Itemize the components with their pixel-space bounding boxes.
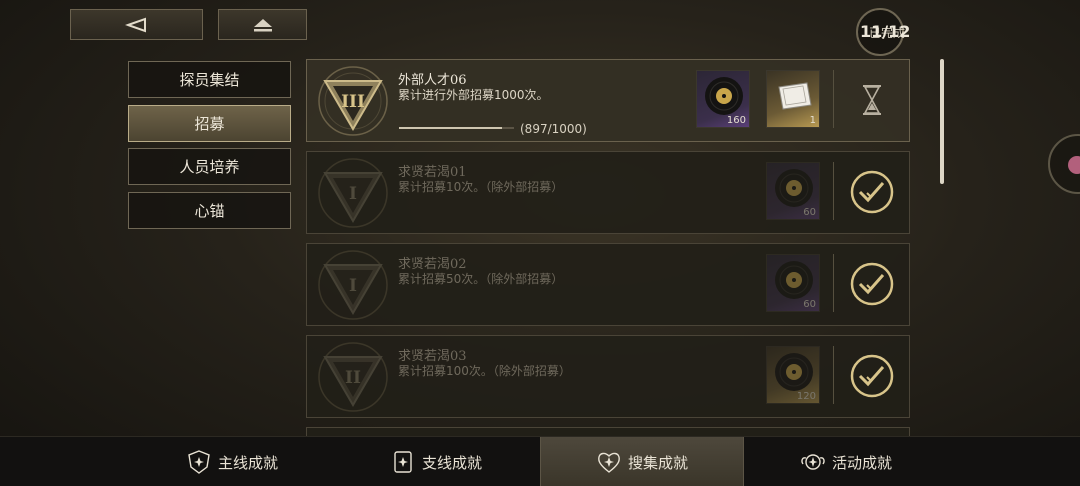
progress-fill: [399, 127, 503, 129]
category-item-agents[interactable]: 探员集结: [128, 61, 291, 98]
eject-icon: [253, 18, 272, 31]
achievement-list[interactable]: III 外部人才06 累计进行外部招募1000次。 (897/1000) 160…: [306, 59, 911, 436]
scrollbar[interactable]: [940, 59, 944, 184]
rank-I-emblem-icon: I: [318, 250, 388, 320]
category-label: 探员集结: [179, 71, 240, 89]
reward-item[interactable]: 60: [766, 162, 820, 220]
svg-text:I: I: [349, 184, 357, 204]
record-disc-icon: [705, 77, 743, 115]
category-item-heart-anchor[interactable]: 心锚: [128, 191, 291, 229]
svg-text:II: II: [345, 368, 361, 388]
achievement-card[interactable]: III 外部人才06 累计进行外部招募1000次。 (897/1000) 160…: [306, 59, 910, 142]
achievement-card[interactable]: II 求贤若渴03 累计招募100次。（除外部招募） 120: [306, 335, 910, 418]
reward-item[interactable]: 1: [766, 70, 820, 128]
tab-label: 搜集成就: [627, 453, 688, 472]
status-completed: [848, 352, 896, 400]
rank-II-emblem-icon: II: [318, 342, 388, 412]
rank-I-emblem-icon: I: [318, 158, 388, 228]
achievement-description: 累计招募10次。（除外部招募）: [398, 180, 564, 194]
check-circle-icon: [850, 170, 894, 214]
status-completed: [848, 168, 896, 216]
record-disc-icon: [775, 261, 813, 299]
category-label: 心锚: [194, 201, 225, 220]
avatar: [1068, 156, 1080, 174]
category-label: 人员培养: [179, 158, 240, 176]
hourglass-icon: [863, 85, 881, 115]
card-sparkle-icon: [394, 451, 412, 473]
achievement-description: 累计招募100次。（除外部招募）: [398, 364, 571, 378]
achievement-card[interactable]: I 求贤若渴02 累计招募50次。（除外部招募） 60: [306, 243, 910, 326]
tab-collection-achievements[interactable]: 搜集成就: [540, 437, 744, 486]
tab-main-achievements[interactable]: 主线成就: [130, 437, 334, 486]
reward-item[interactable]: 120: [766, 346, 820, 404]
achievement-card[interactable]: [306, 427, 910, 436]
reward-item[interactable]: 160: [696, 70, 750, 128]
shield-sparkle-icon: [188, 450, 210, 474]
side-menu-button[interactable]: [1048, 134, 1080, 194]
back-arrow-icon: [124, 17, 146, 32]
svg-text:I: I: [349, 276, 357, 296]
reward-quantity: 1: [809, 115, 816, 126]
status-in-progress: [848, 76, 896, 124]
achievement-progress-text: (897/1000): [520, 122, 587, 136]
divider: [833, 254, 834, 312]
home-button[interactable]: [218, 9, 307, 40]
completion-count: 11/12: [860, 22, 911, 41]
reward-quantity: 60: [803, 299, 816, 310]
divider: [833, 162, 834, 220]
achievement-card[interactable]: I 求贤若渴01 累计招募10次。（除外部招募） 60: [306, 151, 910, 234]
tab-event-achievements[interactable]: 活动成就: [744, 437, 948, 486]
check-circle-icon: [850, 262, 894, 306]
divider: [833, 70, 834, 128]
rank-III-emblem-icon: III: [318, 66, 388, 136]
reward-item[interactable]: 60: [766, 254, 820, 312]
tab-label: 主线成就: [217, 453, 278, 472]
divider: [833, 346, 834, 404]
tab-label: 支线成就: [421, 453, 482, 472]
svg-text:III: III: [341, 92, 365, 112]
achievement-description: 累计招募50次。（除外部招募）: [398, 272, 564, 286]
achievement-description: 累计进行外部招募1000次。: [398, 88, 549, 102]
category-item-training[interactable]: 人员培养: [128, 148, 291, 185]
tab-bar: 主线成就 支线成就 搜集成就 活动成就: [0, 436, 1080, 486]
check-circle-icon: [850, 354, 894, 398]
reward-quantity: 160: [726, 115, 746, 126]
tab-side-achievements[interactable]: 支线成就: [334, 437, 538, 486]
record-disc-icon: [775, 169, 813, 207]
category-label: 招募: [194, 114, 225, 133]
reward-quantity: 120: [796, 391, 816, 402]
category-list: 探员集结 招募 人员培养 心锚: [128, 61, 291, 235]
category-item-recruit[interactable]: 招募: [128, 104, 291, 142]
status-completed: [848, 260, 896, 308]
wing-sparkle-icon: [801, 454, 825, 470]
ticket-card-icon: [778, 82, 812, 110]
heart-sparkle-icon: [598, 452, 620, 473]
achievement-progress-bar: [399, 127, 514, 129]
record-disc-icon: [775, 353, 813, 391]
tab-label: 活动成就: [831, 453, 892, 472]
back-button[interactable]: [70, 9, 203, 40]
reward-quantity: 60: [803, 207, 816, 218]
